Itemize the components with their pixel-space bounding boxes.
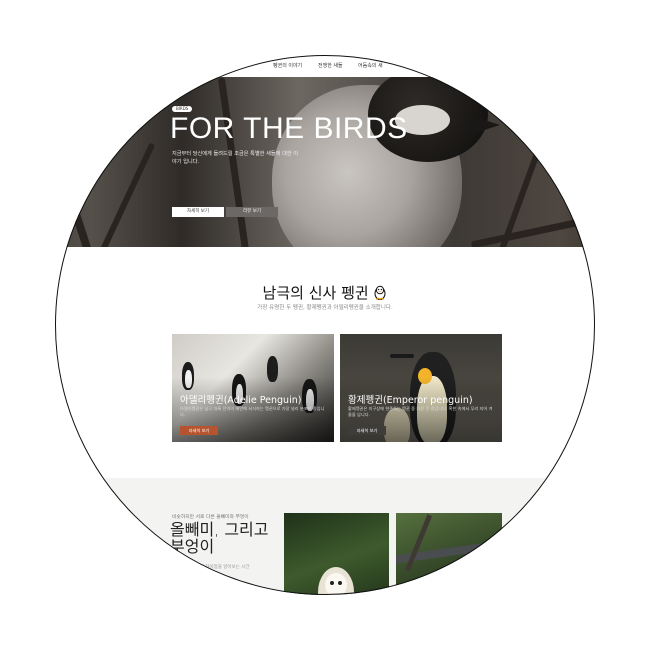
owl-description: 밤의 제왕인 둘의 차이점을 알아보는 시간	[172, 565, 250, 570]
card-description: 아델리펭귄은 남극 대륙 전역의 해안에 서식하는 펭귄으로 가장 널리 분포한…	[180, 406, 325, 417]
owl-photo-branch[interactable]	[396, 513, 502, 595]
owl-face	[325, 573, 347, 595]
slide-dots	[327, 236, 352, 251]
penguin-section-title-text: 남극의 신사 펭귄	[262, 284, 369, 302]
page-viewport: 펭귄의 이야기 전쟁한 새들 어둠속의 새 BIRDS FOR THE BIRD…	[55, 55, 595, 595]
top-nav: 펭귄의 이야기 전쟁한 새들 어둠속의 새	[55, 55, 595, 77]
owl-eyebrow: 비슷하지만 서로 다른 올빼미와 부엉이	[172, 515, 249, 520]
nav-item-penguin-story[interactable]: 펭귄의 이야기	[273, 62, 302, 69]
hero-description: 지금부터 당신에게 들려드릴 조금은 특별한 새들에 대한 이야기 입니다.	[172, 151, 299, 165]
branch-shape	[470, 212, 595, 247]
branch-shape	[90, 142, 156, 247]
hero-banner	[55, 77, 595, 247]
card-details-button[interactable]: 자세히 보기	[180, 426, 218, 435]
nav-item-night-birds[interactable]: 어둠속의 새	[358, 62, 383, 69]
penguin-section-subtitle: 가장 유명한 두 펭귄, 황제펭귄과 아델리펭귄을 소개합니다.	[257, 305, 393, 311]
hero-title: FOR THE BIRDS	[170, 112, 408, 145]
slide-dot[interactable]	[327, 247, 331, 251]
owl-eye	[338, 581, 342, 585]
card-title: 황제펭귄(Emperor penguin)	[348, 395, 473, 406]
slide-dot[interactable]	[333, 247, 337, 251]
branch-shape	[404, 514, 433, 572]
slide-dot-active[interactable]	[345, 247, 350, 251]
penguin-section-title: 남극의 신사 펭귄	[55, 282, 595, 303]
owl-photo-barn-owl[interactable]	[284, 513, 389, 595]
owl-eye	[330, 581, 334, 585]
bird-beak	[472, 116, 500, 134]
hero-review-button[interactable]: 리뷰 보기	[226, 207, 278, 217]
hero-details-button[interactable]: 자세히 보기	[172, 207, 224, 217]
owl-section-title: 올빼미, 그리고 부엉이	[170, 520, 269, 556]
web-page: 펭귄의 이야기 전쟁한 새들 어둠속의 새 BIRDS FOR THE BIRD…	[55, 55, 595, 595]
penguin-card-emperor[interactable]: 황제펭귄(Emperor penguin) 황제펭귄은 지구상에 현존하는 펭귄…	[340, 334, 502, 442]
branch-shape	[55, 99, 93, 247]
slide-dot[interactable]	[339, 247, 343, 251]
nav-item-birds[interactable]: 전쟁한 새들	[318, 62, 343, 69]
card-description: 황제펭귄은 지구상에 현존하는 펭귄 중 가장 큰 종입니다. 혹한 속에서 무…	[348, 406, 493, 417]
card-details-button[interactable]: 자세히 보기	[348, 426, 386, 435]
penguin-card-adelie[interactable]: 아델리펭귄(Adelie Penguin) 아델리펭귄은 남극 대륙 전역의 해…	[172, 334, 334, 442]
card-title: 아델리펭귄(Adelie Penguin)	[180, 395, 302, 406]
penguin-icon	[374, 285, 386, 300]
